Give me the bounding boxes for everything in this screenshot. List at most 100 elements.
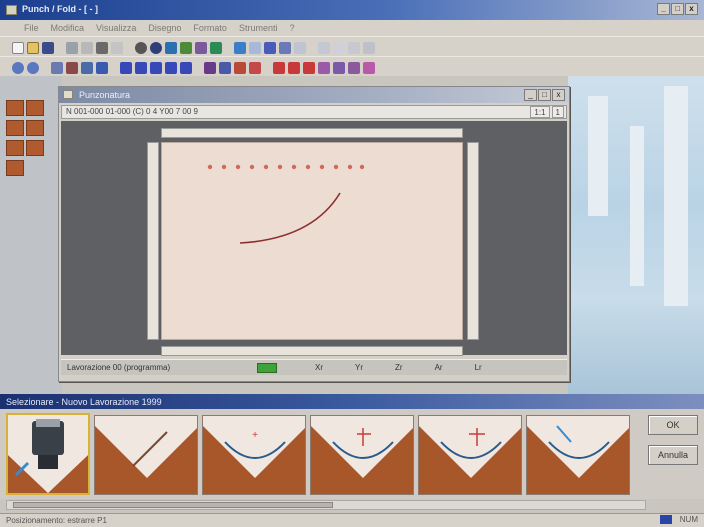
bend-arc — [239, 192, 341, 244]
scrollbar-thumb[interactable] — [13, 502, 333, 508]
punch-hole — [347, 164, 353, 170]
document-icon — [63, 90, 73, 99]
window-icon[interactable] — [294, 42, 306, 54]
simulate-icon[interactable] — [348, 62, 360, 74]
array-icon[interactable] — [135, 62, 147, 74]
print-icon[interactable] — [66, 42, 78, 54]
child-minimize-button[interactable]: _ — [524, 89, 537, 101]
maximize-button[interactable]: □ — [671, 3, 684, 15]
move-icon[interactable] — [81, 62, 93, 74]
menu-tools[interactable]: Strumenti — [239, 23, 278, 36]
num-lock-indicator: NUM — [679, 515, 698, 524]
tool-holder-tile[interactable] — [6, 413, 90, 495]
cut-icon[interactable] — [81, 42, 93, 54]
offset-icon[interactable] — [150, 62, 162, 74]
bend-icon[interactable] — [234, 62, 246, 74]
line-icon[interactable] — [333, 42, 345, 54]
punch-icon[interactable] — [273, 62, 285, 74]
settings-icon[interactable] — [210, 42, 222, 54]
punch-hole — [277, 164, 283, 170]
path-icon[interactable] — [318, 62, 330, 74]
left-pane — [0, 76, 62, 394]
child-close-button[interactable]: x — [552, 89, 565, 101]
mirror-icon[interactable] — [120, 62, 132, 74]
table-icon[interactable] — [264, 42, 276, 54]
page-field[interactable]: 1 — [551, 106, 564, 118]
drawing-window-title: Punzonatura — [79, 90, 131, 100]
menu-view[interactable]: Visualizza — [96, 23, 136, 36]
arc-offset-tool-tile[interactable] — [310, 415, 414, 495]
layer-icon[interactable] — [195, 42, 207, 54]
text-icon[interactable] — [219, 62, 231, 74]
arc-icon[interactable] — [348, 42, 360, 54]
node-icon[interactable] — [303, 62, 315, 74]
menu-edit[interactable]: Modifica — [51, 23, 85, 36]
grid-icon[interactable] — [180, 42, 192, 54]
palette-tool-4[interactable] — [26, 120, 44, 136]
extend-icon[interactable] — [180, 62, 192, 74]
arc-angle-tool-tile[interactable] — [526, 415, 630, 495]
punch-hole — [235, 164, 241, 170]
palette-tool-5[interactable] — [6, 140, 24, 156]
line-tool-tile[interactable] — [94, 415, 198, 495]
trim-icon[interactable] — [165, 62, 177, 74]
child-maximize-button[interactable]: □ — [538, 89, 551, 101]
minimize-button[interactable]: _ — [657, 3, 670, 15]
sheet-metal-part[interactable] — [161, 142, 463, 340]
menu-file[interactable]: File — [24, 23, 39, 36]
arc-tool-tile[interactable]: + — [202, 415, 306, 495]
palette-tool-2[interactable] — [26, 100, 44, 116]
rotate-icon[interactable] — [96, 62, 108, 74]
arc-radius-tool-tile[interactable] — [418, 415, 522, 495]
nibble-icon[interactable] — [288, 62, 300, 74]
cancel-button[interactable]: Annulla — [648, 445, 698, 465]
zoom-in-icon[interactable] — [12, 62, 24, 74]
redo-icon[interactable] — [150, 42, 162, 54]
drawing-window-title-bar: Punzonatura _ □ x — [59, 87, 569, 103]
tool-icon[interactable] — [249, 62, 261, 74]
pen-icon[interactable] — [318, 42, 330, 54]
zoom-icon[interactable] — [165, 42, 177, 54]
measure-icon[interactable] — [204, 62, 216, 74]
punch-row — [207, 164, 365, 170]
circle-icon[interactable] — [363, 42, 375, 54]
punch-hole — [305, 164, 311, 170]
fit-icon[interactable] — [51, 62, 63, 74]
menu-draw[interactable]: Disegno — [148, 23, 181, 36]
punch-hole — [319, 164, 325, 170]
ok-button[interactable]: OK — [648, 415, 698, 435]
menu-help[interactable]: ? — [289, 23, 294, 36]
left-ruler — [147, 142, 159, 340]
close-button[interactable]: x — [685, 3, 698, 15]
cad-toolbar — [0, 56, 704, 76]
select-icon[interactable] — [66, 62, 78, 74]
export-icon[interactable] — [363, 62, 375, 74]
arc-angle-tool-icon — [527, 425, 629, 494]
horizontal-scrollbar[interactable] — [6, 500, 646, 510]
main-title-bar: Punch / Fold - [ - ] _ □ x — [0, 0, 704, 20]
undo-icon[interactable] — [135, 42, 147, 54]
window-controls: _ □ x — [657, 3, 698, 15]
punch-hole — [291, 164, 297, 170]
status-bar: Posizionamento: estrarre P1 NUM — [0, 513, 704, 527]
palette-tool-6[interactable] — [26, 140, 44, 156]
copy-icon[interactable] — [96, 42, 108, 54]
frame-icon[interactable] — [249, 42, 261, 54]
save-icon[interactable] — [42, 42, 54, 54]
help-icon[interactable] — [234, 42, 246, 54]
menu-format[interactable]: Formato — [193, 23, 227, 36]
open-icon[interactable] — [27, 42, 39, 54]
new-icon[interactable] — [12, 42, 24, 54]
desktop-background — [568, 76, 704, 394]
zoom-field[interactable]: 1:1 — [530, 106, 550, 118]
palette-tool-3[interactable] — [6, 120, 24, 136]
paste-icon[interactable] — [111, 42, 123, 54]
axis-a: Ar — [434, 363, 443, 372]
window-title: Punch / Fold - [ - ] — [22, 4, 98, 14]
sequence-icon[interactable] — [333, 62, 345, 74]
arc-radius-tool-icon — [419, 426, 521, 494]
palette-tool-7[interactable] — [6, 160, 24, 176]
palette-tool-1[interactable] — [6, 100, 24, 116]
zoom-out-icon[interactable] — [27, 62, 39, 74]
list-icon[interactable] — [279, 42, 291, 54]
